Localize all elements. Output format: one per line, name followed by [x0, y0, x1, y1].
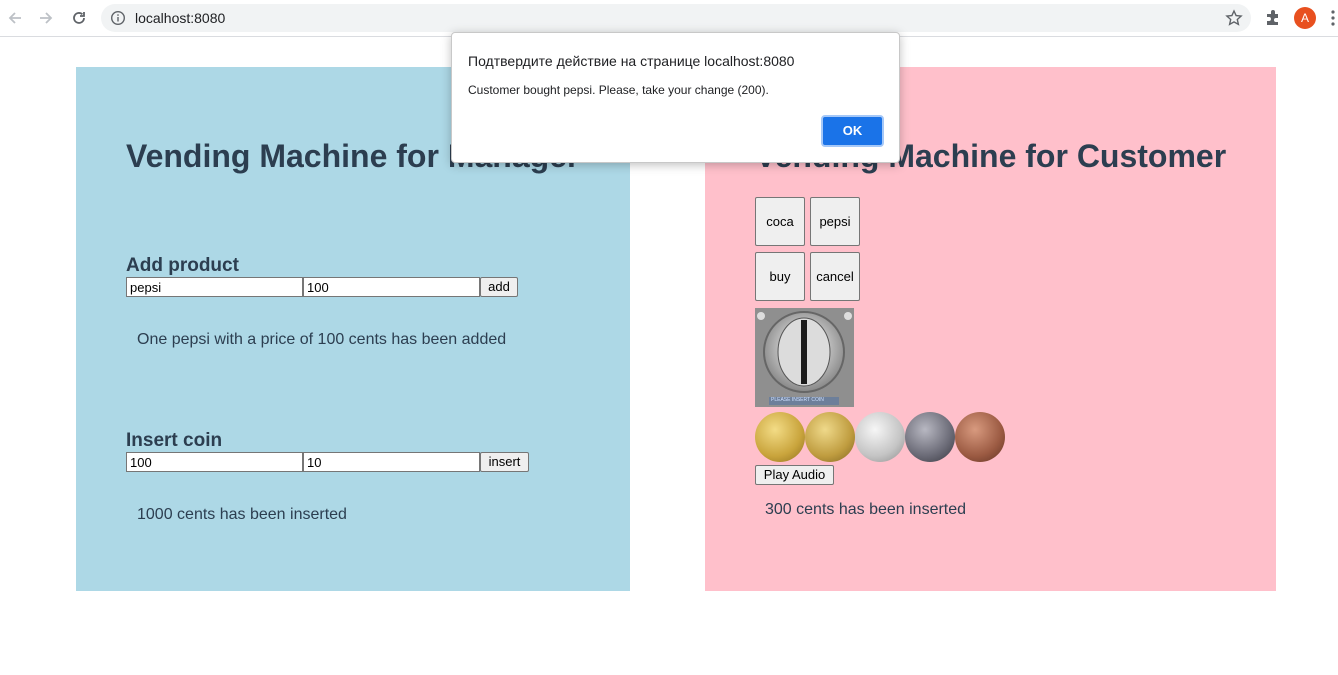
dialog-message: Customer bought pepsi. Please, take your… — [468, 83, 769, 97]
reload-button[interactable] — [67, 6, 91, 30]
insert-coin-button[interactable]: insert — [480, 452, 529, 472]
reload-icon — [73, 12, 85, 24]
address-bar[interactable]: localhost:8080 — [101, 4, 1251, 32]
forward-button[interactable] — [34, 6, 58, 30]
silver-ship-coin-icon[interactable] — [855, 412, 905, 462]
dark-20-coin-icon[interactable] — [905, 412, 955, 462]
dialog-title: Подтвердите действие на странице localho… — [468, 53, 795, 69]
product-name-input[interactable] — [126, 277, 303, 297]
add-product-message: One pepsi with a price of 100 cents has … — [137, 331, 507, 348]
insert-coin-heading: Insert coin — [126, 430, 223, 451]
coin-slot-caption: PLEASE INSERT COIN — [771, 397, 824, 403]
url-text[interactable]: localhost:8080 — [135, 10, 225, 26]
confirm-dialog: Подтвердите действие на странице localho… — [451, 32, 900, 163]
profile-avatar[interactable]: A — [1294, 7, 1316, 29]
coin-count-input[interactable] — [303, 452, 480, 472]
extensions-puzzle-icon[interactable] — [1264, 8, 1282, 26]
add-product-button[interactable]: add — [480, 277, 518, 297]
back-button[interactable] — [3, 6, 27, 30]
add-product-heading: Add product — [126, 255, 239, 276]
back-arrow-icon — [8, 12, 21, 24]
buy-button[interactable]: buy — [755, 252, 805, 301]
insert-coin-message: 1000 cents has been inserted — [137, 506, 347, 523]
gold-2-dollar-coin-icon[interactable] — [805, 412, 855, 462]
coin-value-input[interactable] — [126, 452, 303, 472]
play-audio-button[interactable]: Play Audio — [755, 465, 834, 485]
customer-message: 300 cents has been inserted — [765, 501, 967, 518]
product-button-coca[interactable]: coca — [755, 197, 805, 246]
kebab-menu-icon[interactable] — [1330, 9, 1336, 27]
product-price-input[interactable] — [303, 277, 480, 297]
info-icon[interactable] — [110, 10, 126, 26]
product-button-pepsi[interactable]: pepsi — [810, 197, 860, 246]
gold-kiwi-coin-icon[interactable] — [755, 412, 805, 462]
coin-slot-icon — [755, 308, 854, 407]
bookmark-star-icon[interactable] — [1225, 9, 1243, 27]
forward-arrow-icon — [40, 12, 53, 24]
ok-button[interactable]: OK — [821, 115, 884, 147]
cancel-button[interactable]: cancel — [810, 252, 860, 301]
coin-slot-image[interactable]: PLEASE INSERT COIN — [755, 308, 854, 407]
copper-10-coin-icon[interactable] — [955, 412, 1005, 462]
